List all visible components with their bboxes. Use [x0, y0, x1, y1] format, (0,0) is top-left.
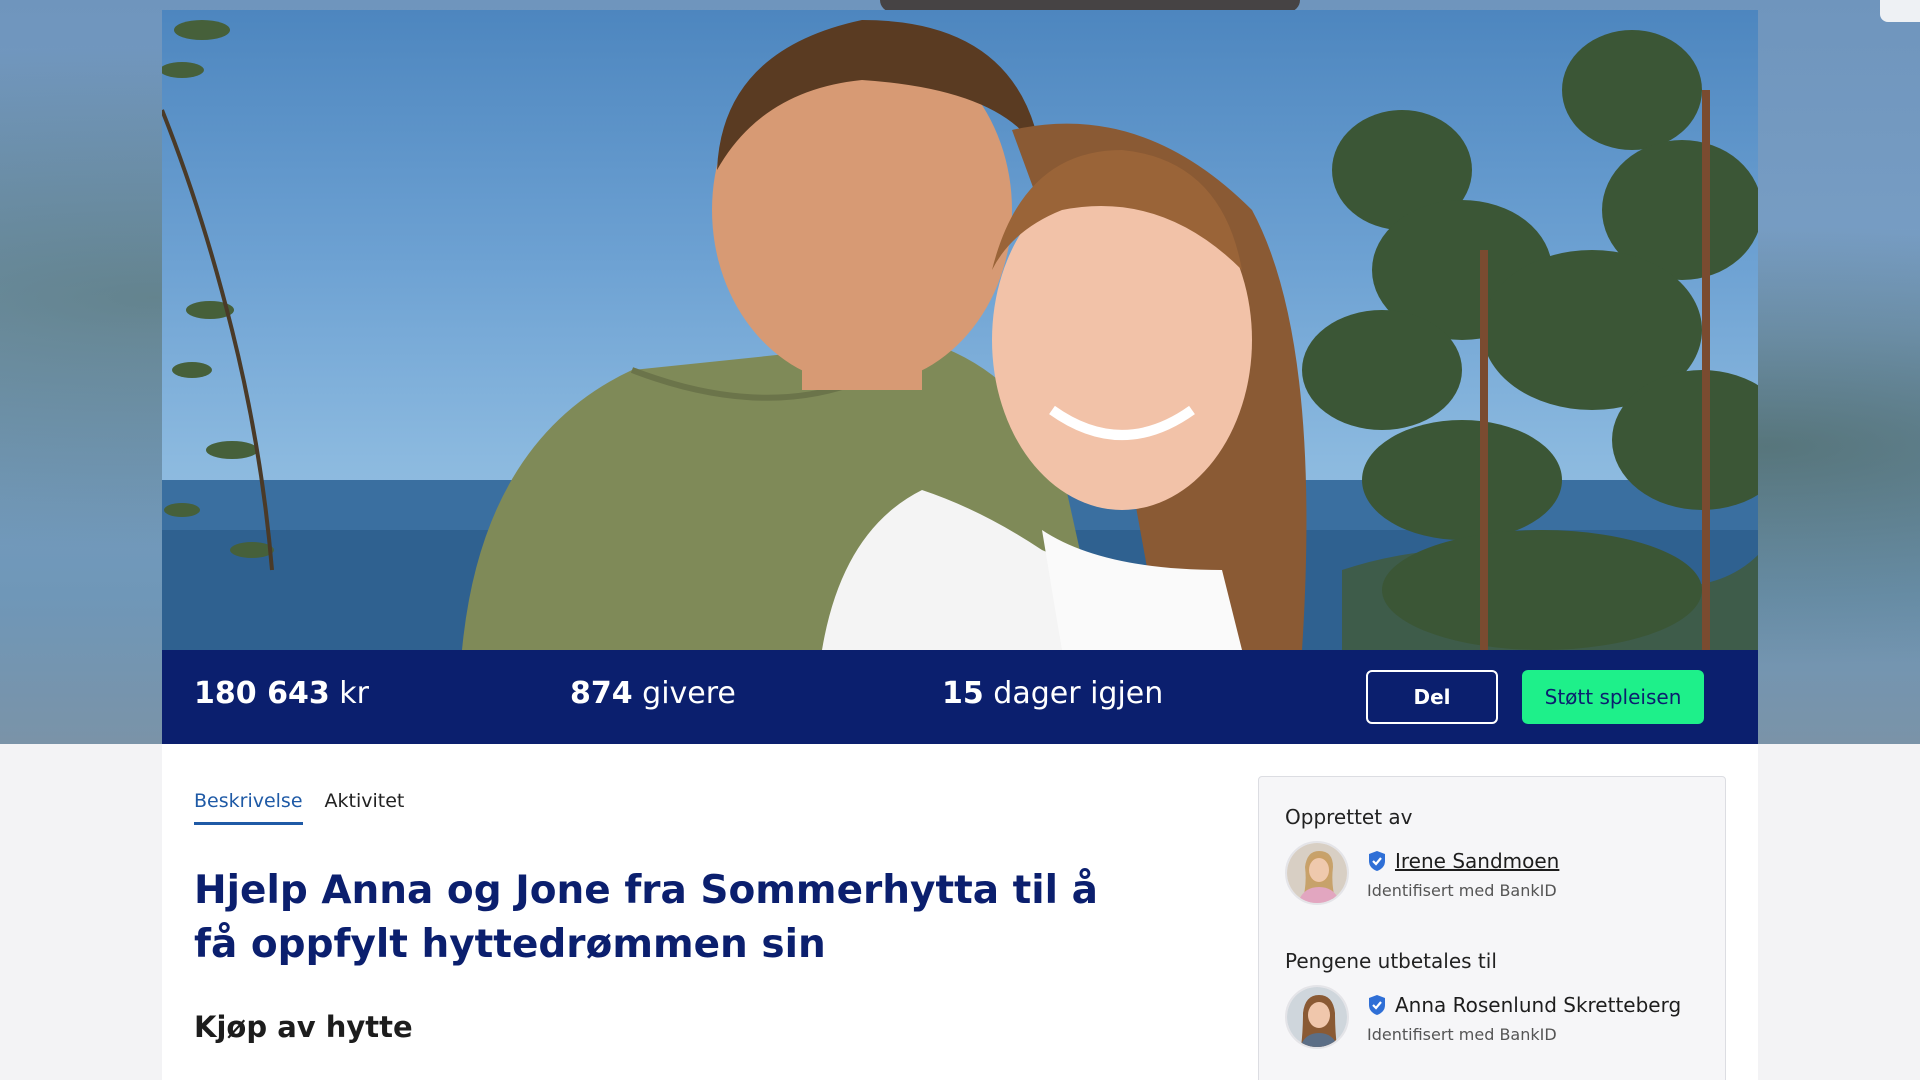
support-campaign-button[interactable]: Støtt spleisen — [1522, 670, 1704, 724]
recipient-avatar — [1285, 985, 1349, 1049]
verified-badge-icon — [1367, 850, 1387, 872]
donor-count-unit: givere — [642, 676, 736, 711]
recipient-verification: Identifisert med BankID — [1367, 1025, 1557, 1044]
campaign-stats-bar: 180 643 kr 874 givere 15 dager igjen Del… — [162, 650, 1758, 744]
creator-name-link[interactable]: Irene Sandmoen — [1395, 849, 1559, 873]
verified-badge-icon — [1367, 994, 1387, 1016]
days-remaining: 15 dager igjen — [942, 676, 1163, 711]
donor-count: 874 givere — [570, 676, 736, 711]
amount-raised-unit: kr — [339, 676, 369, 711]
campaign-title: Hjelp Anna og Jone fra Sommerhytta til å… — [194, 868, 1098, 967]
corner-tab — [1880, 0, 1920, 22]
tab-aktivitet[interactable]: Aktivitet — [325, 790, 405, 825]
amount-raised-value: 180 643 — [194, 676, 330, 711]
content-tabs: Beskrivelse Aktivitet — [194, 790, 404, 825]
days-remaining-unit: dager igjen — [993, 676, 1164, 711]
creator-avatar — [1285, 841, 1349, 905]
days-remaining-value: 15 — [942, 676, 984, 711]
organizer-card: Opprettet av Irene Sandmoen Identifisert… — [1258, 776, 1726, 1080]
hero-photo-illustration — [162, 20, 1758, 650]
amount-raised: 180 643 kr — [194, 676, 369, 711]
campaign-subtitle: Kjøp av hytte — [194, 1010, 413, 1044]
recipient-name-row: Anna Rosenlund Skretteberg — [1367, 993, 1681, 1017]
creator-info: Irene Sandmoen Identifisert med BankID — [1285, 841, 1705, 907]
creator-verification: Identifisert med BankID — [1367, 881, 1557, 900]
recipient-name: Anna Rosenlund Skretteberg — [1395, 993, 1682, 1017]
recipient-info: Anna Rosenlund Skretteberg Identifisert … — [1285, 985, 1705, 1051]
payout-heading: Pengene utbetales til — [1285, 949, 1497, 973]
created-by-heading: Opprettet av — [1285, 805, 1413, 829]
creator-name-row: Irene Sandmoen — [1367, 849, 1559, 873]
tab-beskrivelse[interactable]: Beskrivelse — [194, 790, 303, 825]
share-button[interactable]: Del — [1366, 670, 1498, 724]
campaign-hero-image — [162, 10, 1758, 650]
donor-count-value: 874 — [570, 676, 633, 711]
